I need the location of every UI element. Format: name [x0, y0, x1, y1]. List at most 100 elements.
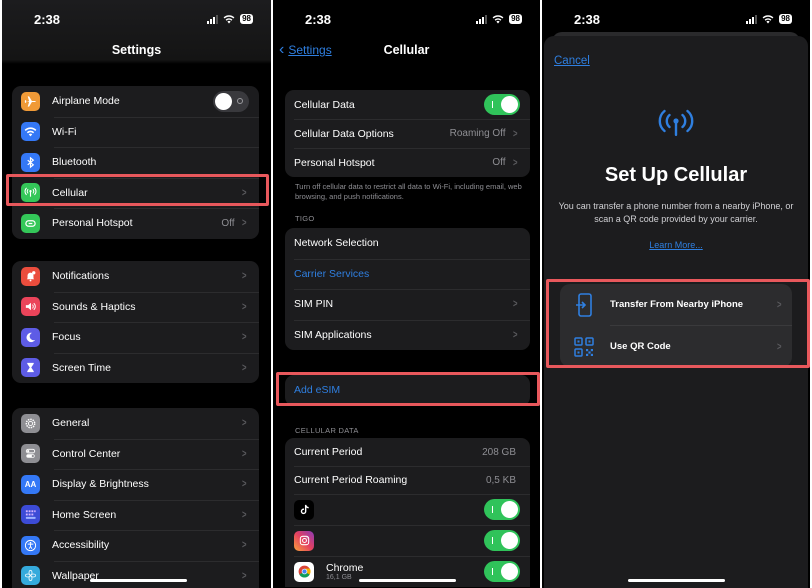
chevron-right-icon: >: [241, 569, 247, 582]
settings-row-personal-hotspot[interactable]: Personal Hotspot Off >: [12, 208, 259, 239]
setup-cellular-screen: 2:38 98 Cancel Set Up Cellular You can t…: [542, 0, 810, 588]
cancel-button[interactable]: Cancel: [554, 55, 590, 67]
chevron-right-icon: >: [241, 361, 247, 374]
current-period-roaming-row: Current Period Roaming 0,5 KB: [285, 466, 530, 494]
sim-pin-row[interactable]: SIM PIN >: [285, 289, 530, 320]
sim-applications-row[interactable]: SIM Applications >: [285, 319, 530, 351]
battery-icon: 98: [240, 14, 253, 24]
status-time: 2:38: [34, 12, 61, 27]
notifications-group: Notifications > Sounds & Haptics > Focus…: [12, 261, 259, 383]
chrome-icon: [294, 561, 314, 582]
switches-icon: [21, 444, 40, 464]
settings-row-airplane-mode: Airplane Mode: [12, 86, 259, 117]
signal-icon: [476, 14, 488, 24]
settings-row-sounds-haptics[interactable]: Sounds & Haptics >: [12, 291, 259, 323]
chevron-right-icon: >: [512, 127, 518, 140]
settings-row-focus[interactable]: Focus >: [12, 322, 259, 353]
flower-icon: [21, 566, 40, 586]
text-size-icon: AA: [21, 474, 40, 494]
cellular-data-footnote: Turn off cellular data to restrict all d…: [295, 182, 522, 201]
settings-row-screen-time[interactable]: Screen Time >: [12, 352, 259, 384]
antenna-icon: [544, 108, 808, 140]
home-grid-icon: [21, 505, 40, 525]
chevron-right-icon: >: [241, 478, 247, 491]
airplane-icon: [21, 91, 40, 111]
tiktok-icon: [294, 499, 314, 520]
wifi-status-icon: [223, 15, 235, 24]
hotspot-icon: [21, 213, 40, 233]
status-bar: 2:38 98: [542, 12, 810, 30]
cellular-screen: 2:38 98 ‹ Settings Cellular Cellular Dat…: [273, 0, 540, 588]
airplane-mode-toggle[interactable]: [213, 90, 249, 112]
settings-row-control-center[interactable]: Control Center >: [12, 438, 259, 470]
instagram-icon: [294, 530, 314, 551]
cellular-data-section-header: CELLULAR DATA: [295, 426, 359, 435]
hotspot-value: Off: [221, 217, 235, 229]
tiktok-data-toggle[interactable]: [484, 499, 520, 520]
page-title: Settings: [111, 43, 162, 57]
app-row-tiktok: [285, 494, 530, 525]
chevron-right-icon: >: [241, 447, 247, 460]
signal-icon: [207, 14, 219, 24]
settings-row-home-screen[interactable]: Home Screen >: [12, 499, 259, 531]
chevron-right-icon: >: [241, 417, 247, 430]
chevron-right-icon: >: [241, 270, 247, 283]
settings-row-wifi[interactable]: Wi-Fi: [12, 116, 259, 148]
wifi-icon: [21, 122, 40, 142]
chevron-right-icon: >: [512, 328, 518, 341]
cellular-data-toggle[interactable]: [484, 94, 520, 115]
sheet-description: You can transfer a phone number from a n…: [558, 201, 794, 224]
gear-icon: [21, 413, 40, 433]
hourglass-icon: [21, 358, 40, 378]
status-time: 2:38: [574, 12, 601, 27]
add-esim-highlight-box: [276, 372, 540, 406]
cellular-data-options-row[interactable]: Cellular Data Options Roaming Off >: [285, 119, 530, 148]
home-indicator: [359, 579, 456, 582]
cellular-highlight-box: [6, 174, 269, 206]
signal-icon: [746, 14, 758, 24]
status-bar: 2:38 98: [273, 12, 540, 30]
home-indicator: [90, 579, 187, 582]
accessibility-icon: [21, 535, 40, 555]
usage-group: Current Period 208 GB Current Period Roa…: [285, 438, 530, 587]
settings-row-general[interactable]: General >: [12, 408, 259, 439]
carrier-section-header: TIGO: [295, 214, 315, 223]
chrome-data-toggle[interactable]: [484, 561, 520, 582]
chevron-right-icon: >: [241, 217, 247, 230]
chevron-right-icon: >: [241, 508, 247, 521]
personal-hotspot-row[interactable]: Personal Hotspot Off >: [285, 148, 530, 177]
page-title: Cellular: [383, 43, 430, 57]
chevron-right-icon: >: [241, 539, 247, 552]
bluetooth-icon: [21, 152, 40, 172]
status-bar: 2:38 98: [2, 12, 271, 30]
chrome-app-name: Chrome: [326, 562, 364, 574]
speaker-icon: [21, 297, 40, 317]
app-row-instagram: [285, 525, 530, 556]
cellular-data-row: Cellular Data: [285, 90, 530, 119]
setup-options-highlight-box: [546, 279, 810, 368]
moon-icon: [21, 327, 40, 347]
wifi-status-icon: [492, 15, 504, 24]
home-indicator: [628, 579, 725, 582]
settings-row-wallpaper[interactable]: Wallpaper >: [12, 560, 259, 588]
app-row-chrome: Chrome 16,1 GB: [285, 556, 530, 587]
instagram-data-toggle[interactable]: [484, 530, 520, 551]
carrier-services-row[interactable]: Carrier Services: [285, 258, 530, 290]
battery-icon: 98: [779, 14, 792, 24]
battery-icon: 98: [509, 14, 522, 24]
sheet-title: Set Up Cellular: [604, 164, 748, 186]
chevron-right-icon: >: [512, 298, 518, 311]
bell-icon: [21, 266, 40, 286]
chevron-right-icon: >: [512, 156, 518, 169]
settings-row-notifications[interactable]: Notifications >: [12, 261, 259, 292]
network-selection-row[interactable]: Network Selection: [285, 228, 530, 259]
carrier-group: Network Selection Carrier Services SIM P…: [285, 228, 530, 350]
cellular-data-group: Cellular Data Cellular Data Options Roam…: [285, 90, 530, 177]
chevron-right-icon: >: [241, 300, 247, 313]
general-group: General > Control Center > AA Display & …: [12, 408, 259, 588]
settings-row-display-brightness[interactable]: AA Display & Brightness >: [12, 469, 259, 500]
learn-more-link[interactable]: Learn More...: [544, 240, 808, 250]
settings-row-bluetooth[interactable]: Bluetooth: [12, 147, 259, 178]
settings-row-accessibility[interactable]: Accessibility >: [12, 530, 259, 561]
status-time: 2:38: [305, 12, 332, 27]
